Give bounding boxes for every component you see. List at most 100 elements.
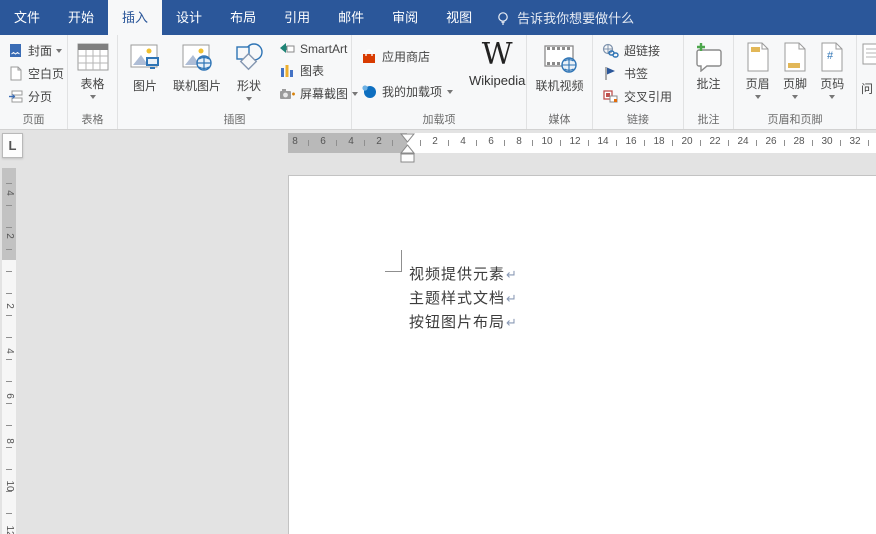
cross-reference-button[interactable]: 交叉引用: [598, 85, 676, 108]
text-box-label-fragment[interactable]: 问: [861, 80, 873, 97]
hyperlink-label: 超链接: [624, 42, 660, 59]
paragraph-line[interactable]: 视频提供元素↵: [409, 263, 517, 287]
group-label-header-footer: 页眉和页脚: [734, 111, 856, 127]
ruler-number: 18: [652, 136, 666, 147]
group-label-table: 表格: [68, 111, 117, 127]
group-header-footer: 页眉 页脚 # 页码 页眉和页脚: [734, 35, 857, 129]
pictures-button[interactable]: 图片: [123, 39, 167, 97]
ruler-number: 10: [540, 136, 554, 147]
group-illustrations: 图片 联机图片 形状: [118, 35, 352, 129]
tab-home[interactable]: 开始: [54, 0, 108, 35]
tab-layout[interactable]: 布局: [216, 0, 270, 35]
tab-design[interactable]: 设计: [162, 0, 216, 35]
screenshot-button[interactable]: 屏幕截图: [275, 82, 362, 105]
ruler-number: 6: [484, 136, 498, 147]
tab-references[interactable]: 引用: [270, 0, 324, 35]
screenshot-label: 屏幕截图: [300, 85, 348, 102]
ruler-number: 8: [3, 435, 15, 447]
group-label-links: 链接: [593, 111, 683, 127]
paragraph-line[interactable]: 按钮图片布局↵: [409, 311, 517, 335]
footer-button[interactable]: 页脚: [777, 39, 813, 102]
ruler-number: 20: [680, 136, 694, 147]
bookmark-label: 书签: [624, 65, 648, 82]
dropdown-arrow-icon: [792, 95, 798, 99]
tab-view[interactable]: 视图: [432, 0, 486, 35]
chart-button[interactable]: 图表: [275, 59, 362, 82]
page-break-button[interactable]: 分页: [5, 85, 68, 108]
document-text[interactable]: 视频提供元素↵ 主题样式文档↵ 按钮图片布局↵: [409, 263, 517, 335]
shapes-icon: [233, 42, 265, 74]
table-icon: [76, 42, 110, 72]
online-pictures-button[interactable]: 联机图片: [167, 39, 227, 97]
hyperlink-button[interactable]: 超链接: [598, 39, 676, 62]
tell-me-box[interactable]: 告诉我你想要做什么: [486, 0, 644, 35]
comment-button[interactable]: 批注: [685, 39, 731, 95]
ruler-number: 4: [3, 345, 15, 357]
group-media: 联机视频 媒体: [527, 35, 593, 129]
ribbon-insert: 封面 空白页 分页 页面: [0, 35, 876, 130]
chart-icon: [279, 64, 295, 78]
dropdown-arrow-icon: [90, 95, 96, 99]
ruler-number: 14: [596, 136, 610, 147]
paragraph-mark: ↵: [506, 267, 517, 282]
table-button[interactable]: 表格: [70, 39, 116, 102]
group-label-media: 媒体: [527, 111, 592, 127]
ruler-number: 10: [3, 480, 15, 492]
paragraph-line[interactable]: 主题样式文档↵: [409, 287, 517, 311]
ruler-number: 4: [3, 187, 15, 199]
my-addins-button[interactable]: 我的加载项: [357, 80, 457, 103]
my-addins-icon: [361, 84, 377, 99]
group-links: 超链接 书签 交叉引用 链接: [593, 35, 684, 129]
ruler-number: 28: [792, 136, 806, 147]
comment-icon: [691, 42, 725, 72]
online-video-label: 联机视频: [536, 77, 584, 94]
horizontal-ruler[interactable]: 8 6 4 2 2 4 6 8 10 12 14 16 18 20 22 24 …: [288, 133, 876, 153]
ruler-number: 22: [708, 136, 722, 147]
document-page[interactable]: 视频提供元素↵ 主题样式文档↵ 按钮图片布局↵: [288, 175, 876, 534]
group-label-addins: 加载项: [352, 111, 526, 127]
shapes-button[interactable]: 形状: [227, 39, 271, 104]
header-icon: [746, 42, 770, 72]
cover-page-button[interactable]: 封面: [5, 39, 68, 62]
smartart-label: SmartArt: [300, 42, 347, 56]
comment-label: 批注: [696, 75, 720, 92]
indent-markers[interactable]: [400, 133, 415, 166]
tab-file[interactable]: 文件: [0, 0, 54, 35]
smartart-button[interactable]: SmartArt: [275, 39, 362, 59]
dropdown-arrow-icon: [829, 95, 835, 99]
store-label: 应用商店: [382, 48, 430, 65]
store-button[interactable]: 应用商店: [357, 45, 457, 68]
ruler-number: 2: [428, 136, 442, 147]
wikipedia-label: Wikipedia: [469, 73, 525, 88]
ruler-number: 2: [3, 300, 15, 312]
first-line-indent-marker[interactable]: [401, 134, 414, 142]
page-break-icon: [9, 89, 23, 104]
left-indent-marker[interactable]: [401, 154, 414, 162]
ruler-number: 24: [736, 136, 750, 147]
page-number-button[interactable]: # 页码: [814, 39, 850, 102]
blank-page-button[interactable]: 空白页: [5, 62, 68, 85]
wikipedia-button[interactable]: W Wikipedia: [463, 39, 531, 91]
paragraph-mark: ↵: [506, 315, 517, 330]
group-pages: 封面 空白页 分页 页面: [0, 35, 68, 129]
footer-label: 页脚: [783, 75, 807, 92]
header-button[interactable]: 页眉: [740, 39, 776, 102]
vertical-ruler[interactable]: 4 2 2 4 6 8 10 12: [2, 168, 16, 534]
online-video-button[interactable]: 联机视频: [530, 39, 590, 97]
ruler-number: 4: [456, 136, 470, 147]
page-number-icon: #: [820, 42, 844, 72]
ruler-number: 6: [3, 390, 15, 402]
tab-insert[interactable]: 插入: [108, 0, 162, 35]
bookmark-button[interactable]: 书签: [598, 62, 676, 85]
tab-review[interactable]: 审阅: [378, 0, 432, 35]
lightbulb-icon: [496, 11, 510, 25]
dropdown-arrow-icon: [56, 49, 62, 53]
tab-mailings[interactable]: 邮件: [324, 0, 378, 35]
hanging-indent-marker[interactable]: [401, 145, 414, 153]
screenshot-icon: [279, 87, 295, 101]
tab-stop-selector[interactable]: L: [2, 133, 23, 158]
cross-reference-icon: [602, 89, 619, 104]
online-video-icon: [542, 42, 578, 74]
cover-page-icon: [9, 43, 23, 58]
chart-label: 图表: [300, 62, 324, 79]
